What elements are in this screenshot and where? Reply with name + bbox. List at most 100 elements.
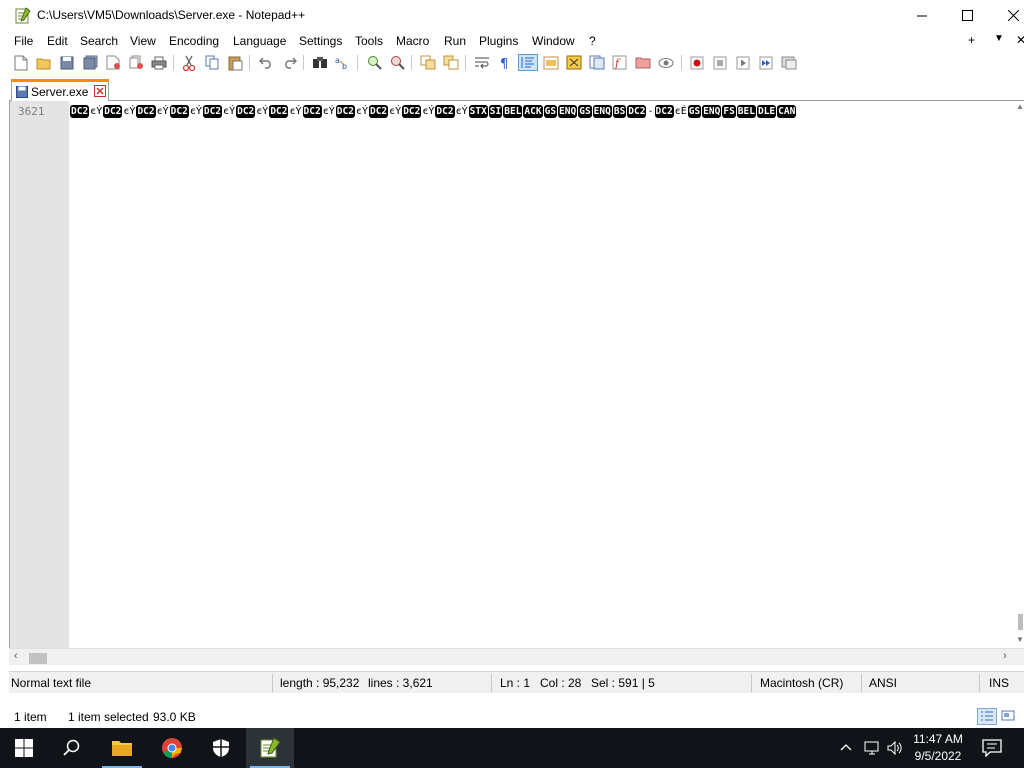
control-char-token: DC2 — [435, 105, 455, 118]
replace-icon[interactable]: ab — [334, 54, 352, 71]
explorer-item-count: 1 item — [14, 710, 47, 724]
menu-encoding[interactable]: Encoding — [169, 34, 219, 48]
copy-icon[interactable] — [203, 54, 221, 71]
status-eol[interactable]: Macintosh (CR) — [760, 676, 843, 690]
svg-text:a: a — [335, 56, 340, 65]
control-char-token: DC2 — [402, 105, 422, 118]
tab-server-exe[interactable]: Server.exe — [11, 79, 109, 101]
control-char-token: DC2 — [136, 105, 156, 118]
print-icon[interactable] — [150, 54, 168, 71]
editor-area[interactable]: 3621 DC2 єÝ DC2 єÝ DC2 єÝ DC2 єÝ DC2 єÝ DC2 єÝ DC2 єÝ… — [9, 101, 1024, 649]
menu-tools[interactable]: Tools — [355, 34, 383, 48]
record-macro-icon[interactable] — [688, 54, 706, 71]
status-lines: lines : 3,621 — [368, 676, 433, 690]
maximize-button[interactable] — [944, 0, 990, 31]
udl-icon[interactable] — [542, 54, 560, 71]
scroll-up-icon[interactable]: ▲ — [1016, 102, 1024, 111]
zoom-in-icon[interactable] — [365, 54, 383, 71]
menu-view[interactable]: View — [130, 34, 156, 48]
windows-logo-icon — [15, 739, 33, 757]
undo-icon[interactable] — [257, 54, 275, 71]
control-char-token: ENQ — [592, 105, 612, 118]
taskbar-file-explorer[interactable] — [98, 728, 146, 768]
vertical-scrollbar[interactable]: ▲ ▼ — [1016, 101, 1024, 649]
menu-settings[interactable]: Settings — [299, 34, 342, 48]
cut-icon[interactable] — [180, 54, 198, 71]
redo-icon[interactable] — [280, 54, 298, 71]
horizontal-scroll-thumb[interactable] — [29, 653, 47, 664]
menu-language[interactable]: Language — [233, 34, 286, 48]
zoom-out-icon[interactable] — [388, 54, 406, 71]
status-separator — [751, 674, 752, 692]
status-insert-mode: INS — [989, 676, 1010, 690]
large-icons-view-icon[interactable] — [1000, 708, 1018, 725]
code-line[interactable]: DC2 єÝ DC2 єÝ DC2 єÝ DC2 єÝ DC2 єÝ DC2 єÝ DC2 єÝ DC2 єÝ… — [70, 105, 1016, 121]
run-macro-multiple-icon[interactable] — [757, 54, 775, 71]
close-file-icon[interactable] — [104, 54, 122, 71]
show-all-chars-icon[interactable]: ¶ — [496, 54, 514, 71]
scroll-right-icon[interactable]: › — [1003, 650, 1007, 662]
add-tab-button[interactable]: + — [968, 33, 975, 47]
scroll-down-icon[interactable]: ▼ — [1016, 635, 1024, 644]
text-token: - — [647, 106, 654, 117]
sync-horizontal-icon[interactable] — [442, 54, 460, 71]
paste-icon[interactable] — [226, 54, 244, 71]
close-all-icon[interactable] — [127, 54, 145, 71]
title-bar[interactable]: C:\Users\VM5\Downloads\Server.exe - Note… — [0, 0, 1024, 31]
taskbar-notepadpp[interactable] — [246, 728, 294, 768]
notepadpp-window: C:\Users\VM5\Downloads\Server.exe - Note… — [0, 0, 1024, 728]
tab-list-button[interactable]: ▼ — [994, 33, 1004, 44]
toolbar-separator — [465, 55, 466, 70]
taskbar-clock[interactable]: 11:47 AM 9/5/2022 — [905, 731, 971, 765]
play-macro-icon[interactable] — [734, 54, 752, 71]
folder-workspace-icon[interactable] — [634, 54, 652, 71]
taskbar-chrome[interactable] — [148, 728, 196, 768]
search-button[interactable] — [48, 728, 96, 768]
close-document-button[interactable]: ✕ — [1016, 33, 1024, 47]
doc-list-icon[interactable] — [588, 54, 606, 71]
scroll-left-icon[interactable]: ‹ — [14, 650, 18, 662]
vertical-scroll-thumb[interactable] — [1018, 614, 1023, 630]
control-char-token: DC2 — [236, 105, 256, 118]
text-token: єÝ — [256, 106, 269, 117]
show-hidden-icons-icon[interactable] — [839, 740, 853, 757]
new-file-icon[interactable] — [12, 54, 30, 71]
word-wrap-icon[interactable] — [473, 54, 491, 71]
open-file-icon[interactable] — [35, 54, 53, 71]
menu-plugins[interactable]: Plugins — [479, 34, 518, 48]
function-list-icon[interactable]: f — [611, 54, 629, 71]
doc-map-icon[interactable] — [565, 54, 583, 71]
notifications-icon[interactable] — [982, 739, 1002, 760]
control-char-token: BEL — [736, 105, 756, 118]
network-icon[interactable] — [863, 740, 881, 759]
menu-edit[interactable]: Edit — [47, 34, 68, 48]
close-tab-icon[interactable] — [94, 85, 106, 100]
menu-file[interactable]: File — [14, 34, 33, 48]
chrome-icon — [162, 738, 182, 759]
save-macro-icon[interactable] — [780, 54, 798, 71]
menu-window[interactable]: Window — [532, 34, 575, 48]
find-icon[interactable] — [311, 54, 329, 71]
toolbar-separator — [681, 55, 682, 70]
horizontal-scrollbar[interactable]: ‹ › — [9, 648, 1024, 665]
start-button[interactable] — [0, 728, 48, 768]
menu-help[interactable]: ? — [589, 34, 596, 48]
sync-vertical-icon[interactable] — [419, 54, 437, 71]
stop-macro-icon[interactable] — [711, 54, 729, 71]
volume-icon[interactable] — [886, 740, 904, 759]
details-view-icon[interactable] — [977, 708, 997, 725]
indent-guide-icon[interactable] — [518, 54, 538, 71]
save-all-icon[interactable] — [81, 54, 99, 71]
minimize-button[interactable] — [899, 0, 945, 31]
taskbar-security[interactable] — [197, 728, 245, 768]
menu-search[interactable]: Search — [80, 34, 118, 48]
toolbar-separator — [411, 55, 412, 70]
menu-run[interactable]: Run — [444, 34, 466, 48]
monitoring-icon[interactable] — [657, 54, 675, 71]
menu-macro[interactable]: Macro — [396, 34, 429, 48]
save-icon[interactable] — [58, 54, 76, 71]
status-separator — [272, 674, 273, 692]
text-token: єÝ — [223, 106, 236, 117]
control-char-token: BEL — [503, 105, 523, 118]
close-window-button[interactable] — [990, 0, 1024, 31]
